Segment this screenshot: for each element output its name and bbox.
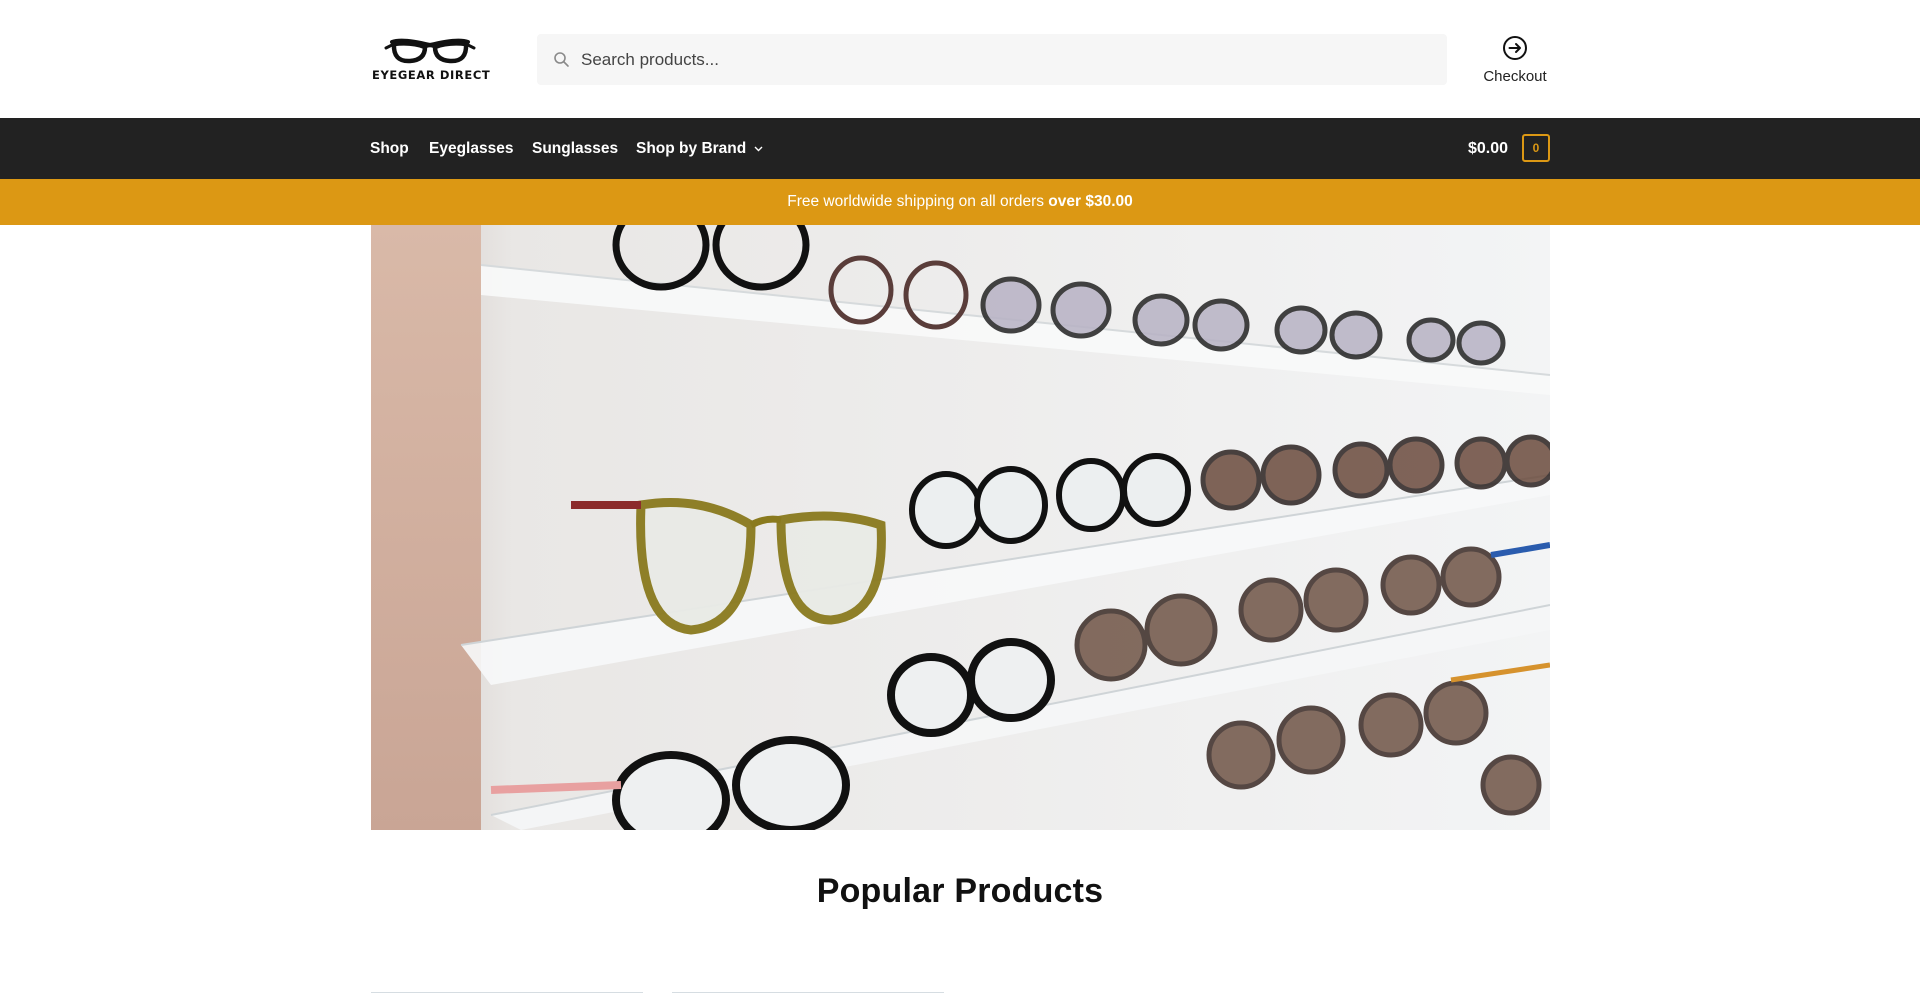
primary-navigation: Shop Eyeglasses Sunglasses Shop by Brand… xyxy=(0,118,1920,179)
nav-item-sunglasses[interactable]: Sunglasses xyxy=(532,118,618,179)
nav-item-eyeglasses[interactable]: Eyeglasses xyxy=(429,118,513,179)
search-bar xyxy=(537,34,1447,85)
checkout-label: Checkout xyxy=(1483,68,1547,85)
cart-count-badge[interactable]: 0 xyxy=(1522,134,1550,162)
nav-item-shop[interactable]: Shop xyxy=(370,118,409,179)
eyeglasses-logo-icon xyxy=(384,38,476,64)
search-icon xyxy=(554,52,569,67)
site-logo[interactable]: EYEGEAR DIRECT xyxy=(372,36,491,84)
promo-banner: Free worldwide shipping on all orders ov… xyxy=(0,179,1920,225)
cart-total[interactable]: $0.00 xyxy=(1468,118,1508,179)
checkout-link[interactable]: Checkout xyxy=(1470,34,1560,88)
chevron-down-icon xyxy=(754,146,763,152)
promo-emphasis: over $30.00 xyxy=(1048,193,1133,210)
arrow-circle-right-icon xyxy=(1503,36,1527,60)
hero-image xyxy=(371,225,1550,830)
nav-item-label: Shop by Brand xyxy=(636,140,747,157)
promo-text: Free worldwide shipping on all orders xyxy=(787,193,1049,210)
section-title: Popular Products xyxy=(816,872,1104,910)
search-input[interactable] xyxy=(581,34,1431,85)
eyewear-display-illustration xyxy=(371,225,1550,830)
nav-item-shop-by-brand[interactable]: Shop by Brand xyxy=(636,118,763,179)
logo-text: EYEGEAR DIRECT xyxy=(372,68,491,82)
site-header: EYEGEAR DIRECT Checkout xyxy=(0,0,1920,118)
